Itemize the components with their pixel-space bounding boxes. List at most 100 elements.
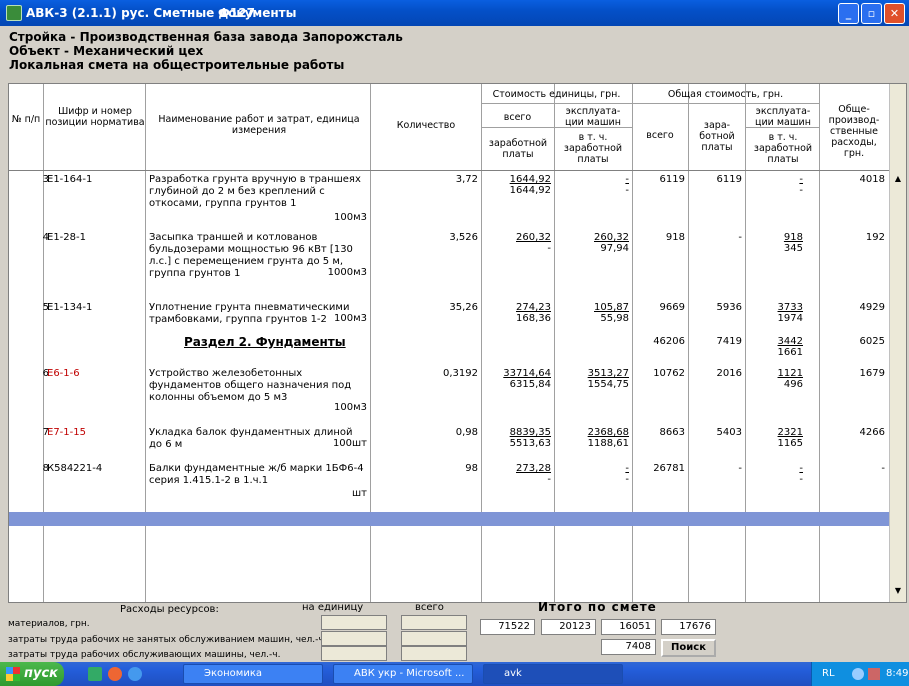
show-desktop-icon[interactable] bbox=[88, 667, 102, 681]
row-code: К584221-4 bbox=[47, 463, 103, 474]
taskbar-item-word[interactable]: АВК укр - Microsoft ... bbox=[333, 664, 473, 684]
cell-unit-mach-sal: 1188,61 bbox=[587, 438, 629, 449]
resources-title: Расходы ресурсов: bbox=[120, 604, 219, 615]
document-header: Стройка - Производственная база завода З… bbox=[9, 30, 403, 72]
cell-unit-mach: - bbox=[625, 463, 629, 474]
cell-unit-mach-sal: 97,94 bbox=[600, 243, 629, 254]
taskbar: пуск Экономика АВК укр - Microsoft ... a… bbox=[0, 662, 909, 686]
estimate-title: Локальная смета на общестроительные рабо… bbox=[9, 58, 345, 72]
row-qty: 0,3192 bbox=[443, 368, 478, 379]
cell-total-mach: 918 bbox=[783, 232, 803, 243]
application-window: АВК-3 (2.1.1) рус. Сметные документы Ф12… bbox=[0, 0, 909, 686]
cell-unit-sal: 5513,63 bbox=[509, 438, 551, 449]
close-button[interactable]: ✕ bbox=[884, 3, 905, 24]
cell-unit-mach-sal: - bbox=[625, 185, 629, 196]
cell-unit-mach-sal: - bbox=[625, 474, 629, 485]
row-code[interactable]: Е7-1-15 bbox=[47, 427, 86, 439]
row-code[interactable]: Е6-1-6 bbox=[47, 368, 80, 380]
cell-total-mach: - bbox=[799, 463, 803, 474]
language-indicator[interactable]: RL bbox=[822, 662, 835, 686]
cell-unit-mach: 3513,27 bbox=[587, 368, 629, 379]
selected-empty-row[interactable] bbox=[9, 512, 889, 526]
row-unit: 1000м3 bbox=[327, 267, 367, 278]
ie-icon[interactable] bbox=[128, 667, 142, 681]
cell-total-sal: - bbox=[738, 232, 742, 243]
object-title: Объект - Механический цех bbox=[9, 44, 204, 58]
col-unit-sal: заработной платы bbox=[488, 138, 548, 160]
cell-total-all: 8663 bbox=[659, 427, 685, 438]
cell-unit-all: 1644,92 bbox=[509, 174, 551, 185]
labor-nonmachine-label: затраты труда рабочих не занятых обслужи… bbox=[8, 635, 327, 645]
minimize-button[interactable]: _ bbox=[838, 3, 859, 24]
row-qty: 98 bbox=[465, 463, 478, 474]
cell-overhead: 192 bbox=[865, 232, 885, 243]
col-total-mach: эксплуата- ции машин bbox=[755, 106, 811, 128]
cell-total-mach-sal: 496 bbox=[783, 379, 803, 390]
row-qty: 3,72 bbox=[455, 174, 478, 185]
cell-total-all: 10762 bbox=[653, 368, 685, 379]
cell-total-sal: 6119 bbox=[716, 174, 742, 185]
vertical-scrollbar[interactable]: ▲ ▼ bbox=[889, 84, 906, 602]
row-unit: 100м3 bbox=[334, 313, 367, 324]
maximize-button[interactable]: ▫ bbox=[861, 3, 882, 24]
taskbar-item-economics[interactable]: Экономика bbox=[183, 664, 323, 684]
per-unit-label: на единицу bbox=[302, 602, 364, 613]
cell-total-mach: 2321 bbox=[777, 427, 803, 438]
cell-unit-mach-sal: 55,98 bbox=[600, 313, 629, 324]
cell-unit-all: 33714,64 bbox=[503, 368, 551, 379]
scroll-down-icon[interactable]: ▼ bbox=[891, 584, 905, 598]
taskbar-item-avk[interactable]: avk bbox=[483, 664, 623, 684]
cell-total-sal: 2016 bbox=[716, 368, 742, 379]
window-form-code: Ф127 bbox=[218, 6, 255, 20]
cell-total-mach-sal: 1661 bbox=[777, 347, 803, 358]
cell-total-mach: 3442 bbox=[777, 336, 803, 347]
cell-overhead: 4266 bbox=[859, 427, 885, 438]
cell-unit-mach: 2368,68 bbox=[587, 427, 629, 438]
title-bar[interactable]: АВК-3 (2.1.1) рус. Сметные документы Ф12… bbox=[0, 0, 909, 26]
cell-total-all: 26781 bbox=[653, 463, 685, 474]
cell-overhead: 4018 bbox=[859, 174, 885, 185]
materials-label: материалов, грн. bbox=[8, 619, 90, 629]
scroll-up-icon[interactable]: ▲ bbox=[891, 172, 905, 186]
total-overhead-field[interactable]: 17676 bbox=[661, 619, 716, 635]
network-icon[interactable] bbox=[868, 668, 880, 680]
col-unit-mach: эксплуата- ции машин bbox=[565, 106, 621, 128]
labor-nm-per-unit-field[interactable] bbox=[321, 631, 387, 646]
col-total-cost: Общая стоимость, грн. bbox=[667, 89, 784, 100]
row-qty: 0,98 bbox=[455, 427, 478, 438]
total-all-field[interactable]: 71522 bbox=[480, 619, 535, 635]
col-num: № п/п bbox=[11, 114, 41, 125]
cell-total-all: 6119 bbox=[659, 174, 685, 185]
row-qty: 3,526 bbox=[449, 232, 478, 243]
total-machines-field[interactable]: 16051 bbox=[601, 619, 656, 635]
tray-icon[interactable] bbox=[852, 668, 864, 680]
cell-unit-all: 260,32 bbox=[516, 232, 551, 243]
cell-overhead: 4929 bbox=[859, 302, 885, 313]
col-unit-all: всего bbox=[503, 112, 532, 123]
cell-overhead: 6025 bbox=[859, 336, 885, 347]
total-salary-field[interactable]: 20123 bbox=[541, 619, 596, 635]
total-machine-salary-field[interactable]: 7408 bbox=[601, 639, 656, 655]
materials-per-unit-field[interactable] bbox=[321, 615, 387, 630]
labor-m-all-field[interactable] bbox=[401, 646, 467, 661]
labor-nm-all-field[interactable] bbox=[401, 631, 467, 646]
materials-all-field[interactable] bbox=[401, 615, 467, 630]
app-icon bbox=[6, 5, 22, 21]
search-button[interactable]: Поиск bbox=[661, 639, 716, 657]
section-title: Раздел 2. Фундаменты bbox=[184, 335, 346, 349]
col-unit-mach-sal: в т. ч. заработной платы bbox=[563, 132, 623, 165]
browser-icon[interactable] bbox=[108, 667, 122, 681]
cell-unit-all: 273,28 bbox=[516, 463, 551, 474]
row-num: 6 bbox=[42, 368, 49, 379]
col-overhead: Обще- производ- ственные расходы, грн. bbox=[828, 104, 880, 159]
cell-total-mach-sal: - bbox=[799, 474, 803, 485]
cell-total-sal: - bbox=[738, 463, 742, 474]
col-unit-cost: Стоимость единицы, грн. bbox=[492, 89, 621, 100]
labor-m-per-unit-field[interactable] bbox=[321, 646, 387, 661]
cell-total-all: 46206 bbox=[653, 336, 685, 347]
cell-unit-all: 274,23 bbox=[516, 302, 551, 313]
col-total-mach-sal: в т. ч. заработной платы bbox=[753, 132, 813, 165]
cell-total-mach-sal: 1165 bbox=[777, 438, 803, 449]
estimate-table[interactable]: № п/п Шифр и номер позиции норматива Наи… bbox=[8, 83, 907, 603]
cell-unit-sal: - bbox=[547, 474, 551, 485]
